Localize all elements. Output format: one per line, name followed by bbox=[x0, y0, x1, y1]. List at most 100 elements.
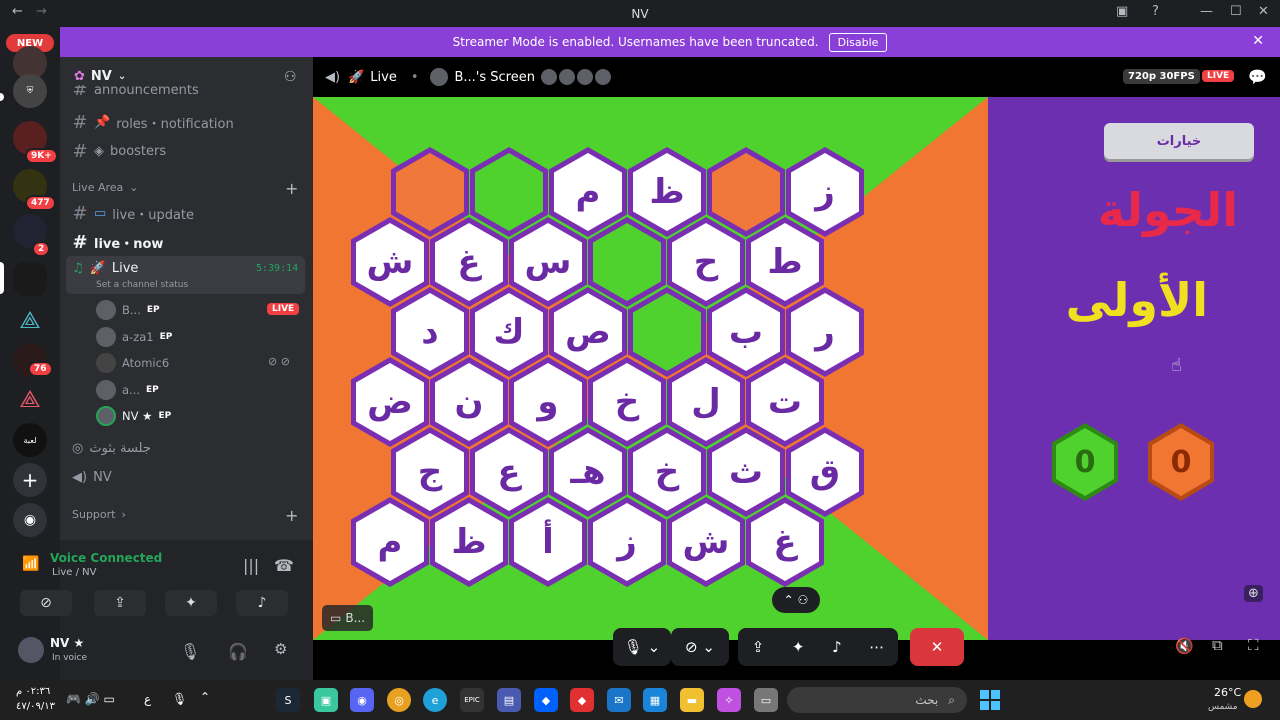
expand-participants-button[interactable]: ⌃ ⚇ bbox=[772, 587, 820, 613]
store-icon[interactable]: ▦ bbox=[643, 688, 667, 712]
fullscreen-icon[interactable]: ⛶ bbox=[1248, 636, 1259, 654]
chat-icon[interactable]: 💬 bbox=[1248, 68, 1267, 86]
viewer-avatars[interactable] bbox=[540, 69, 611, 85]
settings-gear-icon[interactable]: ⚙ bbox=[274, 640, 287, 658]
weather-temp[interactable]: 26°C bbox=[1214, 686, 1241, 699]
server-icon[interactable]: ⛨ bbox=[13, 74, 47, 108]
hex-letter: ط bbox=[751, 223, 819, 301]
hex-letter: ق bbox=[791, 433, 859, 511]
weather-desc[interactable]: مشمس bbox=[1208, 702, 1238, 712]
voice-user[interactable]: a... EP bbox=[96, 380, 159, 400]
language-indicator[interactable]: ع bbox=[144, 692, 151, 706]
disconnect-icon[interactable]: ☎ bbox=[274, 556, 294, 575]
soundboard-button[interactable]: ♪ bbox=[236, 590, 288, 616]
voice-channel-live[interactable]: ♫ 🚀 Live bbox=[72, 261, 138, 276]
add-channel-icon[interactable]: + bbox=[285, 506, 298, 525]
forward-icon[interactable]: → bbox=[36, 4, 47, 19]
voice-channel-arabic[interactable]: ◎ جلسة بثوث bbox=[72, 441, 151, 456]
channel-roles[interactable]: # 📌 roles・notification bbox=[72, 112, 233, 133]
voice-connected-title[interactable]: Voice Connected bbox=[50, 551, 162, 565]
category-support[interactable]: Support › bbox=[72, 508, 126, 521]
discord-icon[interactable]: ◉ bbox=[350, 688, 374, 712]
voice-user[interactable]: B... EP bbox=[96, 300, 160, 320]
add-server-icon[interactable]: + bbox=[13, 463, 47, 497]
close-icon[interactable]: ✕ bbox=[1252, 33, 1264, 49]
headphones-icon[interactable]: 🎧 bbox=[228, 642, 248, 661]
clock-date[interactable]: ٤٧/٠٩/١٣ bbox=[16, 701, 55, 712]
hex-letter: هـ bbox=[554, 433, 622, 511]
steam-icon[interactable]: S bbox=[276, 688, 300, 712]
microphone-icon[interactable]: 🎙 bbox=[180, 642, 200, 661]
start-button[interactable] bbox=[980, 690, 1000, 710]
show-hidden-icons[interactable]: ⌃ bbox=[200, 690, 210, 704]
discover-icon[interactable]: ◉ bbox=[13, 503, 47, 537]
inbox-icon[interactable]: ▣ bbox=[1116, 4, 1128, 19]
activities-button[interactable]: ✦ bbox=[165, 590, 217, 616]
voice-user[interactable]: Atomic6 bbox=[96, 353, 169, 373]
camera-off-button[interactable]: ⊘ bbox=[20, 590, 72, 616]
set-channel-status[interactable]: Set a channel status bbox=[96, 280, 188, 290]
more-icon[interactable]: ⋯ bbox=[869, 638, 884, 656]
taskbar-search[interactable]: بحث ⌕ bbox=[787, 687, 967, 713]
voice-channel-nv[interactable]: ◀) NV bbox=[72, 470, 112, 485]
hex-letter bbox=[712, 153, 780, 231]
zoom-icon[interactable]: ⊕ bbox=[1244, 585, 1263, 602]
voice-icon: ♫ bbox=[72, 261, 84, 276]
channel-boosters[interactable]: # ◈ boosters bbox=[72, 141, 166, 162]
voice-user[interactable]: NV ★ EP bbox=[96, 406, 171, 426]
dropbox-icon[interactable]: ◆ bbox=[534, 688, 558, 712]
noise-icon[interactable]: ||| bbox=[243, 556, 259, 575]
leave-call-button[interactable]: ✕ bbox=[910, 628, 964, 666]
windows-taskbar bbox=[0, 680, 1280, 720]
add-channel-icon[interactable]: + bbox=[285, 179, 298, 198]
server-header[interactable]: ✿ NV ⌄ bbox=[74, 69, 126, 84]
activities-icon[interactable]: ✦ bbox=[792, 638, 805, 656]
hex-letter: ص bbox=[554, 293, 622, 371]
close-window-icon[interactable]: ✕ bbox=[1258, 4, 1269, 19]
popout-icon[interactable]: ⧉ bbox=[1212, 636, 1223, 654]
server-icon[interactable]: ⟁ bbox=[13, 303, 47, 337]
volume-mute-icon[interactable]: 🔇 bbox=[1175, 637, 1194, 655]
file-explorer-icon[interactable]: ▬ bbox=[680, 688, 704, 712]
stage-channel-name[interactable]: Live bbox=[370, 70, 397, 85]
hex-letter: ش bbox=[672, 503, 740, 581]
maximize-icon[interactable]: ☐ bbox=[1230, 4, 1242, 19]
hex-letter: ظ bbox=[633, 153, 701, 231]
screen-share-button[interactable]: ⇪ bbox=[94, 590, 146, 616]
disable-button[interactable]: Disable bbox=[828, 32, 888, 52]
chrome-icon[interactable]: ◎ bbox=[387, 688, 411, 712]
camera-button[interactable]: ⊘ ⌄ bbox=[671, 628, 729, 666]
app-icon[interactable]: ▤ bbox=[497, 688, 521, 712]
app-icon[interactable]: ▣ bbox=[314, 688, 338, 712]
copilot-icon[interactable]: ✧ bbox=[717, 688, 741, 712]
microphone-tray-icon[interactable]: 🎙 bbox=[172, 692, 187, 706]
ep-tag: EP bbox=[146, 305, 160, 315]
server-icon[interactable]: لعبة bbox=[13, 423, 47, 457]
server-icon[interactable]: ⟁ bbox=[13, 382, 47, 416]
voice-connected-sub[interactable]: Live / NV bbox=[52, 567, 96, 578]
minimize-icon[interactable]: — bbox=[1200, 4, 1213, 19]
voice-user[interactable]: a-za1 EP bbox=[96, 327, 172, 347]
clock-time[interactable]: ٠٢:٣٦ م bbox=[16, 686, 50, 697]
outlook-icon[interactable]: ✉ bbox=[607, 688, 631, 712]
help-icon[interactable]: ? bbox=[1152, 4, 1159, 19]
speaker-icon: ◀) bbox=[325, 69, 341, 85]
channel-announcements[interactable]: #announcements bbox=[72, 85, 198, 95]
category-live-area[interactable]: Live Area ⌄ bbox=[72, 181, 139, 194]
monitor-icon: ▭ bbox=[94, 206, 107, 221]
back-icon[interactable]: ← bbox=[12, 4, 23, 19]
soundboard-icon[interactable]: ♪ bbox=[832, 638, 842, 656]
invite-icon[interactable]: ⚇ bbox=[284, 69, 297, 85]
options-button[interactable]: خيارات bbox=[1104, 123, 1254, 159]
channel-live-update[interactable]: # ▭ live・update bbox=[72, 203, 194, 224]
app-icon[interactable]: ◆ bbox=[570, 688, 594, 712]
app-icon[interactable]: ▭ bbox=[754, 688, 778, 712]
server-icon-nv[interactable] bbox=[13, 262, 47, 296]
edge-icon[interactable]: e bbox=[423, 688, 447, 712]
epic-games-icon[interactable]: EPIC bbox=[460, 688, 484, 712]
channel-live-now[interactable]: # live・now bbox=[72, 232, 163, 253]
mic-button[interactable]: 🎙 ⌄ bbox=[613, 628, 671, 666]
tray-icons[interactable]: 🎮 🔊 ▭ bbox=[66, 692, 115, 706]
screen-share-icon[interactable]: ⇪ bbox=[752, 638, 765, 656]
user-avatar[interactable] bbox=[18, 637, 44, 663]
